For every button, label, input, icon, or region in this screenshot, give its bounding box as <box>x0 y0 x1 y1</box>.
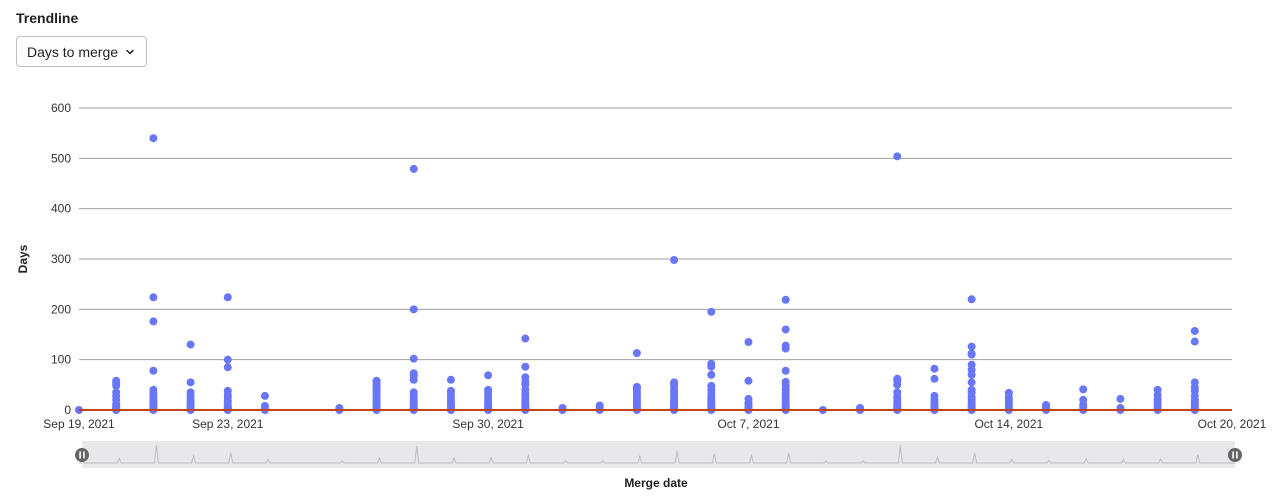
data-point <box>1190 326 1199 335</box>
data-point <box>409 305 418 314</box>
y-axis-title: Days <box>16 244 30 273</box>
y-tick-label: 500 <box>51 151 71 165</box>
data-point <box>223 386 232 395</box>
grid-lines <box>79 107 1232 411</box>
x-tick-label: Sep 23, 2021 <box>192 417 264 431</box>
x-tick-label: Oct 20, 2021 <box>1198 417 1267 431</box>
data-point <box>223 363 232 372</box>
data-point <box>744 394 753 403</box>
y-tick-label: 200 <box>51 302 71 316</box>
data-point <box>1153 385 1162 394</box>
zoom-handle-left[interactable] <box>75 448 89 462</box>
data-point <box>707 307 716 316</box>
data-point <box>149 385 158 394</box>
data-point <box>930 374 939 383</box>
data-point <box>595 401 604 410</box>
data-point <box>521 334 530 343</box>
x-axis-title: Merge date <box>624 476 688 490</box>
data-point <box>186 388 195 397</box>
data-point <box>186 378 195 387</box>
data-point <box>149 293 158 302</box>
data-point <box>1079 395 1088 404</box>
data-point <box>260 391 269 400</box>
data-point <box>1004 388 1013 397</box>
data-point <box>484 385 493 394</box>
data-point <box>670 256 679 265</box>
data-point <box>223 293 232 302</box>
data-point <box>149 317 158 326</box>
data-point <box>409 164 418 173</box>
data-point <box>744 376 753 385</box>
zoom-slider-track[interactable] <box>82 441 1235 468</box>
data-point <box>149 134 158 143</box>
zoom-handle-right[interactable] <box>1228 448 1242 462</box>
data-point <box>521 362 530 371</box>
data-point <box>1079 385 1088 394</box>
x-tick-label: Sep 19, 2021 <box>43 417 115 431</box>
data-point <box>409 388 418 397</box>
data-point <box>781 341 790 350</box>
data-point <box>223 355 232 364</box>
x-tick-label: Sep 30, 2021 <box>452 417 524 431</box>
zoom-slider[interactable] <box>75 441 1242 468</box>
data-point <box>670 378 679 387</box>
data-point <box>893 152 902 161</box>
data-point <box>967 342 976 351</box>
y-tick-label: 600 <box>51 101 71 115</box>
data-point <box>707 370 716 379</box>
data-point <box>484 371 493 380</box>
y-tick-label: 0 <box>64 403 71 417</box>
data-point <box>707 381 716 390</box>
data-points <box>75 134 1199 414</box>
data-point <box>1190 337 1199 346</box>
data-point <box>112 376 121 385</box>
data-point <box>781 366 790 375</box>
data-point <box>967 295 976 304</box>
data-point <box>930 391 939 400</box>
x-axis-ticks: Sep 19, 2021 Sep 23, 2021 Sep 30, 2021 Oct … <box>43 417 1266 431</box>
data-point <box>446 375 455 384</box>
data-point <box>781 325 790 334</box>
data-point <box>707 359 716 368</box>
data-point <box>893 374 902 383</box>
data-point <box>967 378 976 387</box>
x-tick-label: Oct 14, 2021 <box>974 417 1043 431</box>
data-point <box>781 295 790 304</box>
data-point <box>967 385 976 394</box>
data-point <box>967 349 976 358</box>
data-point <box>1116 394 1125 403</box>
x-tick-label: Oct 7, 2021 <box>717 417 779 431</box>
data-point <box>149 366 158 375</box>
data-point <box>930 364 939 373</box>
data-point <box>1190 378 1199 387</box>
data-point <box>1042 400 1051 409</box>
y-tick-label: 400 <box>51 202 71 216</box>
y-tick-label: 100 <box>51 353 71 367</box>
data-point <box>632 349 641 358</box>
data-point <box>260 401 269 410</box>
data-point <box>446 386 455 395</box>
data-point <box>186 340 195 349</box>
y-axis-ticks: 0 100 200 300 400 500 600 <box>51 101 71 417</box>
data-point <box>372 376 381 385</box>
data-point <box>744 338 753 347</box>
data-point <box>521 373 530 382</box>
data-point <box>632 382 641 391</box>
data-point <box>781 377 790 386</box>
data-point <box>967 360 976 369</box>
scatter-chart: 0 100 200 300 400 500 600 Sep 19, 2021 Sep 23, … <box>16 101 1267 490</box>
data-point <box>409 354 418 363</box>
y-tick-label: 300 <box>51 252 71 266</box>
data-point <box>893 388 902 397</box>
data-point <box>409 369 418 378</box>
